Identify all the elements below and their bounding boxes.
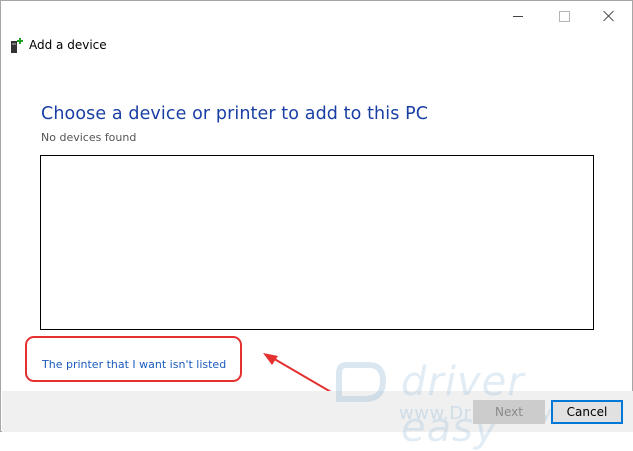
minimize-button[interactable] xyxy=(495,1,541,31)
cancel-button[interactable]: Cancel xyxy=(551,400,623,424)
maximize-icon xyxy=(558,10,570,22)
device-list[interactable] xyxy=(40,155,594,330)
close-button[interactable] xyxy=(586,1,632,31)
add-device-window: Add a device Choose a device or printer … xyxy=(0,0,633,451)
close-icon xyxy=(603,10,615,22)
minimize-icon xyxy=(513,15,523,17)
search-status: No devices found xyxy=(41,131,137,144)
window-title: Add a device xyxy=(29,38,107,52)
next-button[interactable]: Next xyxy=(473,400,545,424)
device-plus-icon xyxy=(11,38,23,53)
maximize-button[interactable] xyxy=(541,1,587,31)
printer-not-listed-link[interactable]: The printer that I want isn't listed xyxy=(42,358,226,371)
page-heading: Choose a device or printer to add to thi… xyxy=(41,104,429,124)
